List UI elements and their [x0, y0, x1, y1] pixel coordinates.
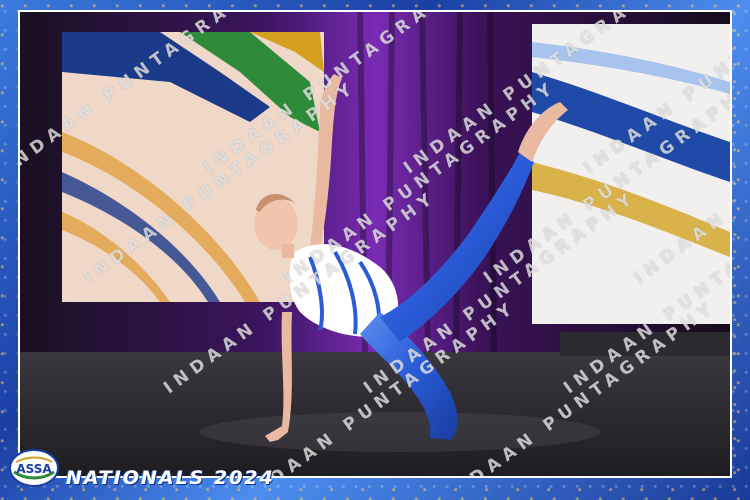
- dance-photo: INDAAN PUNTAGRAPHY INDAAN PUNTAGRAPHY IN…: [18, 10, 732, 478]
- photo-frame: INDAAN PUNTAGRAPHY INDAAN PUNTAGRAPHY IN…: [0, 0, 750, 500]
- assa-globe-logo-icon: ASSA: [9, 449, 59, 487]
- event-title: NATIONALS 2024: [66, 467, 275, 489]
- stage-scene: [20, 12, 730, 476]
- left-banner: [62, 32, 324, 302]
- logo-text: ASSA: [16, 462, 52, 476]
- right-banner: [532, 24, 730, 324]
